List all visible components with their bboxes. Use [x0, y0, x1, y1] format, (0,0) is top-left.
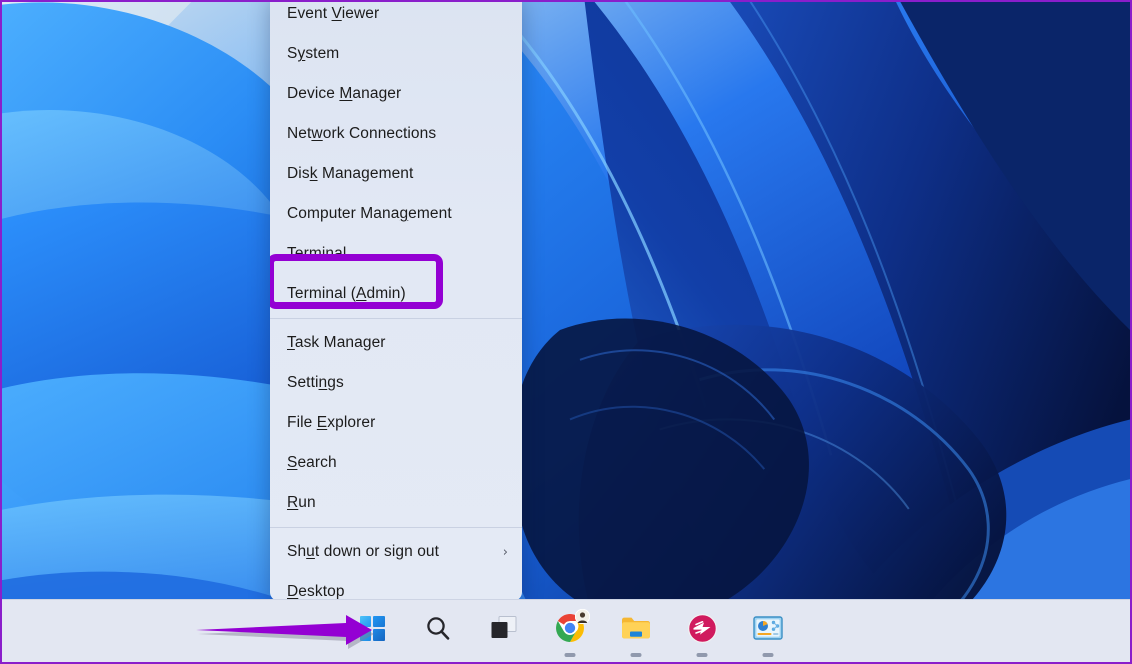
- menu-item-search[interactable]: Search: [270, 443, 522, 483]
- menu-item-desktop[interactable]: Desktop: [270, 572, 522, 601]
- task-view-button[interactable]: [484, 609, 524, 653]
- win-x-quick-link-menu[interactable]: Event Viewer System Device Manager Netwo…: [270, 0, 522, 601]
- menu-item-label: Computer Management: [287, 205, 452, 223]
- taskbar[interactable]: [2, 599, 1130, 662]
- menu-item-terminal[interactable]: Terminal: [270, 234, 522, 274]
- presentation-chart-icon: [751, 611, 785, 645]
- menu-item-label: Terminal (Admin): [287, 285, 406, 303]
- search-icon: [421, 611, 455, 645]
- menu-item-network-connections[interactable]: Network Connections: [270, 114, 522, 154]
- menu-item-file-explorer[interactable]: File Explorer: [270, 403, 522, 443]
- idm-icon: [685, 611, 719, 645]
- menu-item-label: Network Connections: [287, 125, 436, 143]
- start-button-pointer-arrow: [196, 614, 386, 654]
- task-view-icon: [487, 611, 521, 645]
- menu-item-label: Terminal: [287, 245, 346, 263]
- desktop-wallpaper: [2, 2, 1130, 662]
- search-button[interactable]: [418, 609, 458, 653]
- chevron-right-icon: ›: [503, 546, 508, 559]
- menu-item-label: Shut down or sign out: [287, 543, 439, 561]
- menu-item-settings[interactable]: Settings: [270, 363, 522, 403]
- menu-item-label: Search: [287, 454, 337, 472]
- menu-item-label: Device Manager: [287, 85, 401, 103]
- user-avatar: [575, 609, 590, 624]
- menu-item-event-viewer[interactable]: Event Viewer: [270, 0, 522, 34]
- menu-item-label: Event Viewer: [287, 5, 379, 23]
- menu-item-label: Task Manager: [287, 334, 386, 352]
- menu-item-label: Settings: [287, 374, 344, 392]
- menu-item-computer-management[interactable]: Computer Management: [270, 194, 522, 234]
- menu-item-task-manager[interactable]: Task Manager: [270, 323, 522, 363]
- running-indicator: [631, 653, 642, 657]
- presentation-button[interactable]: [748, 609, 788, 653]
- idm-button[interactable]: [682, 609, 722, 653]
- menu-separator: [270, 527, 522, 528]
- menu-item-terminal-admin[interactable]: Terminal (Admin): [270, 274, 522, 314]
- menu-item-run[interactable]: Run: [270, 483, 522, 523]
- folder-icon: [619, 611, 653, 645]
- menu-item-label: Disk Management: [287, 165, 413, 183]
- menu-item-label: System: [287, 45, 339, 63]
- wallpaper-bloom-graphic: [2, 2, 1130, 662]
- running-indicator: [763, 653, 774, 657]
- menu-item-label: File Explorer: [287, 414, 375, 432]
- taskbar-icon-group: [352, 609, 788, 653]
- menu-item-device-manager[interactable]: Device Manager: [270, 74, 522, 114]
- chrome-button[interactable]: [550, 609, 590, 653]
- menu-item-label: Run: [287, 494, 316, 512]
- explorer-button[interactable]: [616, 609, 656, 653]
- running-indicator: [565, 653, 576, 657]
- running-indicator: [697, 653, 708, 657]
- chrome-icon: [553, 611, 587, 645]
- menu-item-shut-down-or-sign-out[interactable]: Shut down or sign out ›: [270, 532, 522, 572]
- menu-list: Event Viewer System Device Manager Netwo…: [270, 0, 522, 601]
- menu-item-disk-management[interactable]: Disk Management: [270, 154, 522, 194]
- menu-separator: [270, 318, 522, 319]
- windows-desktop-screenshot: Event Viewer System Device Manager Netwo…: [0, 0, 1132, 664]
- menu-item-system[interactable]: System: [270, 34, 522, 74]
